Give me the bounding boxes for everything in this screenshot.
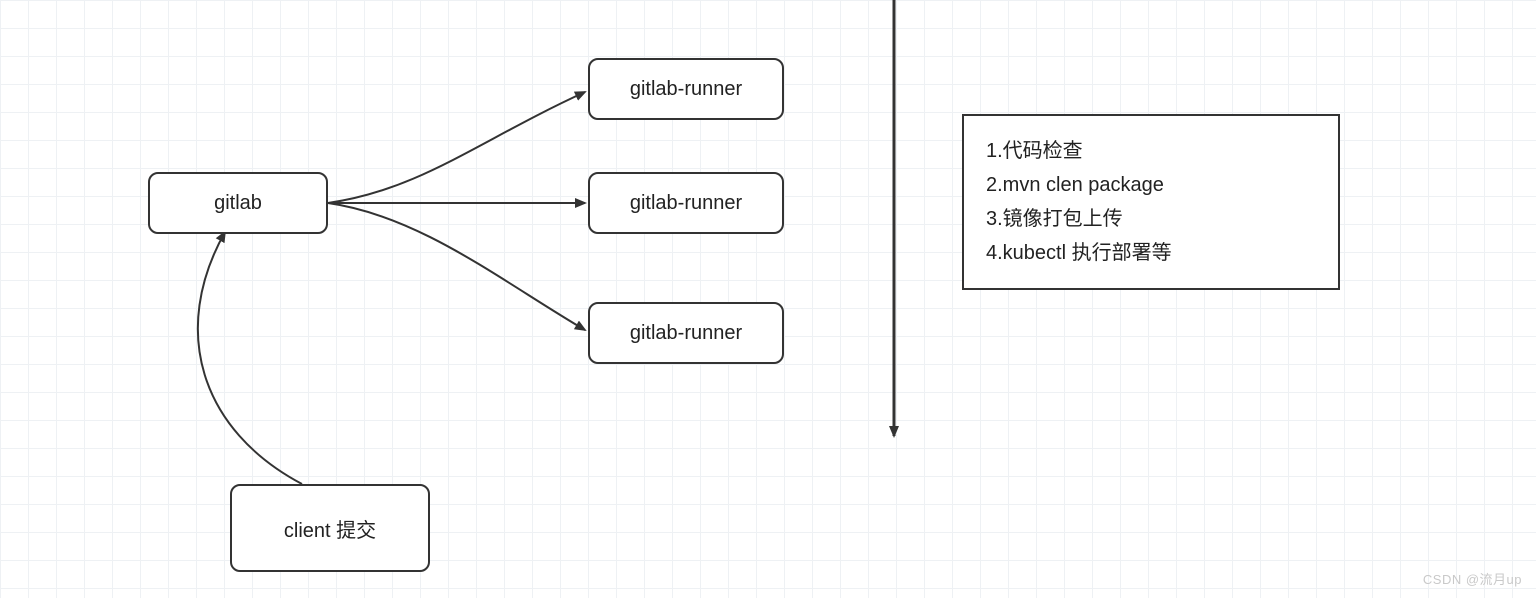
node-runner-3-label: gitlab-runner	[630, 322, 742, 345]
node-client-label: client 提交	[284, 514, 376, 543]
node-runner-1: gitlab-runner	[588, 58, 784, 120]
node-gitlab: gitlab	[148, 172, 328, 234]
node-runner-3: gitlab-runner	[588, 302, 784, 364]
step-4: 4.kubectl 执行部署等	[986, 236, 1316, 270]
step-3: 3.镜像打包上传	[986, 202, 1316, 236]
node-client: client 提交	[230, 484, 430, 572]
step-2: 2.mvn clen package	[986, 168, 1316, 202]
watermark: CSDN @流月up	[1423, 569, 1522, 588]
step-1: 1.代码检查	[986, 134, 1316, 168]
node-runner-2-label: gitlab-runner	[630, 192, 742, 215]
node-runner-2: gitlab-runner	[588, 172, 784, 234]
node-runner-1-label: gitlab-runner	[630, 78, 742, 101]
steps-box: 1.代码检查 2.mvn clen package 3.镜像打包上传 4.kub…	[962, 114, 1340, 290]
node-gitlab-label: gitlab	[214, 192, 262, 215]
